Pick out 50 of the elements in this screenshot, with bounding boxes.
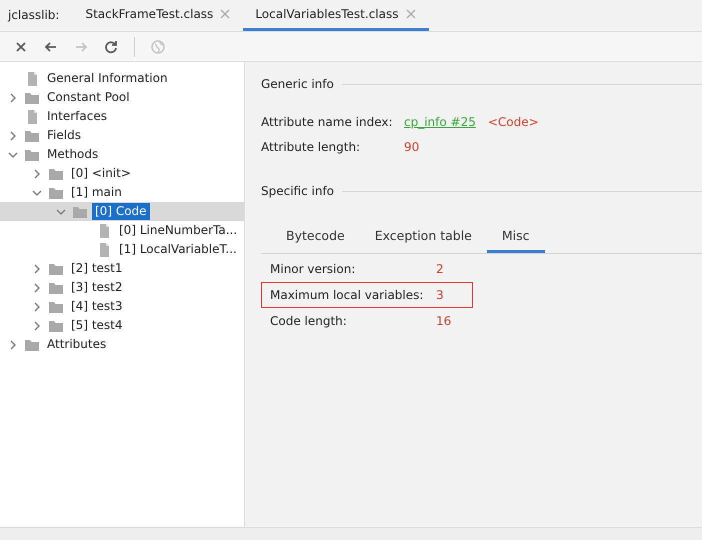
folder-icon <box>24 338 40 352</box>
tree-item[interactable]: [2] test1 <box>68 260 126 277</box>
folder-icon <box>24 90 40 104</box>
field-value: 16 <box>436 313 452 330</box>
tree-item[interactable]: [0] <init> <box>68 165 134 182</box>
field-value: <Code> <box>488 114 539 130</box>
field-label: Attribute name index: <box>261 114 394 130</box>
close-icon <box>219 8 232 20</box>
tree-item[interactable]: Fields <box>44 127 84 144</box>
info-tab[interactable]: Exception table <box>360 223 487 253</box>
tree-item[interactable]: [0] LineNumberTa... <box>116 222 240 239</box>
field-value: 2 <box>436 261 444 278</box>
tree-item[interactable]: Interfaces <box>44 108 110 125</box>
field-label: Minor version: <box>270 261 356 278</box>
field-value: 3 <box>436 287 444 304</box>
folder-icon <box>48 166 64 180</box>
field-label: Code length: <box>270 313 348 330</box>
tree-item[interactable]: [3] test2 <box>68 279 126 296</box>
tree-item[interactable]: [1] LocalVariableT... <box>116 241 240 258</box>
tree-item[interactable]: [5] test4 <box>68 317 126 334</box>
folder-icon <box>48 300 64 314</box>
field-label: Attribute length: <box>261 138 362 156</box>
folder-icon <box>48 280 64 294</box>
app-label: jclasslib: <box>6 7 60 24</box>
globe-icon <box>150 38 166 54</box>
folder-icon <box>24 148 40 162</box>
tree-item[interactable]: Methods <box>44 146 102 163</box>
folder-icon <box>24 128 40 142</box>
folder-icon <box>48 186 64 200</box>
tab-label: StackFrameTest.class <box>85 6 214 22</box>
section-heading: Generic info <box>261 76 334 93</box>
info-tab[interactable]: Bytecode <box>271 223 360 253</box>
section-heading: Specific info <box>261 183 334 200</box>
tree-item[interactable]: [4] test3 <box>68 298 126 315</box>
scroll-bar[interactable] <box>0 527 702 540</box>
tree-item[interactable]: Attributes <box>44 336 110 353</box>
folder-icon <box>72 204 88 218</box>
tree-item[interactable]: [1] main <box>68 184 125 201</box>
folder-icon <box>48 318 64 332</box>
tab-label: LocalVariablesTest.class <box>255 6 398 22</box>
refresh-icon <box>103 38 119 54</box>
tree-item[interactable]: General Information <box>44 70 171 87</box>
field-label: Maximum local variables: <box>270 287 424 304</box>
folder-icon <box>48 262 64 276</box>
field-value: 90 <box>404 138 420 156</box>
file-tab[interactable]: StackFrameTest.class <box>73 0 244 31</box>
tree-item[interactable]: Constant Pool <box>44 89 133 106</box>
info-tab[interactable]: Misc <box>486 223 545 253</box>
tree-item[interactable]: [0] Code <box>92 203 150 220</box>
close-icon <box>404 8 416 20</box>
